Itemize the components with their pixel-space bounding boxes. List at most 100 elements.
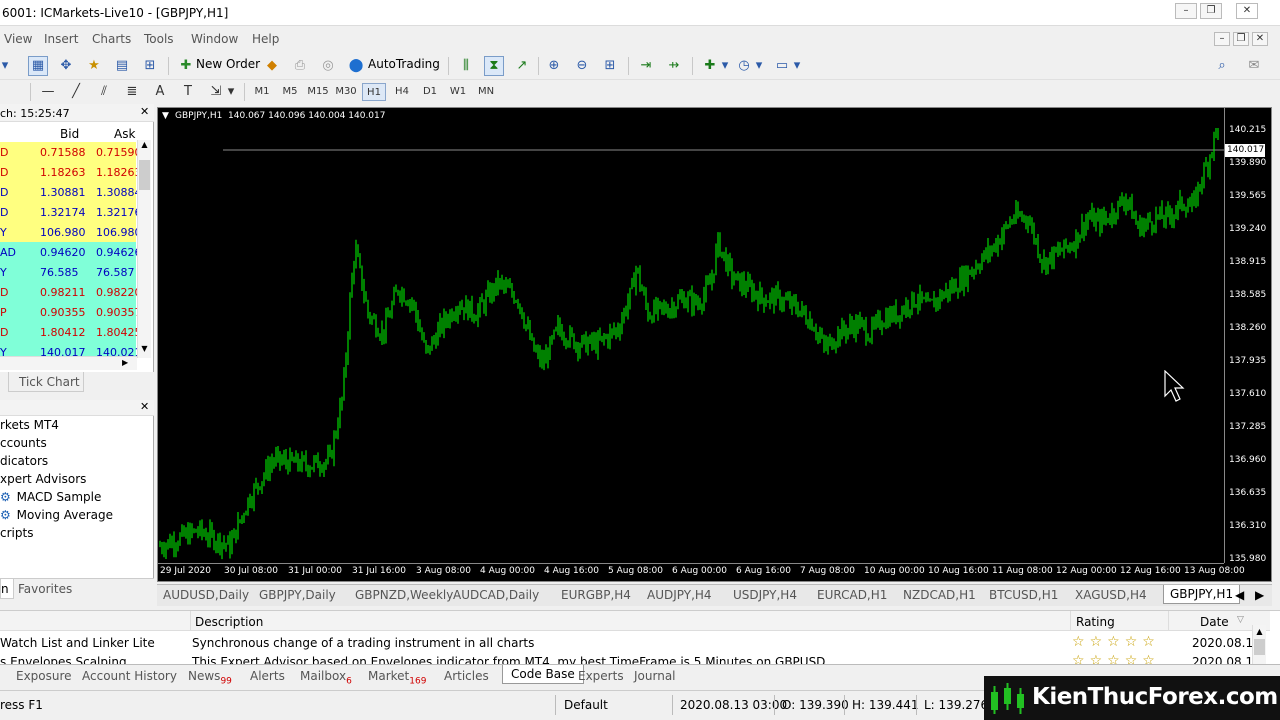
nav-item-indicators[interactable]: dicators [0, 454, 48, 468]
zoom-in-icon[interactable]: ⊕ [544, 56, 564, 76]
nav-item-root[interactable]: rkets MT4 [0, 418, 59, 432]
chart-tab[interactable]: BTCUSD,H1 [989, 588, 1058, 602]
market-watch-row[interactable]: D 0.98211 0.98220 [0, 282, 142, 302]
periods-icon[interactable]: ◷ [734, 56, 754, 76]
chart-window[interactable]: ▼ GBPJPY,H1 140.067 140.096 140.004 140.… [157, 107, 1272, 582]
column-rating[interactable]: Rating [1076, 615, 1115, 629]
autotrading-button[interactable]: ⬤ AutoTrading [346, 56, 440, 76]
metaeditor-icon[interactable]: ◆ [262, 56, 282, 76]
scroll-down-icon[interactable]: ▼ [139, 344, 150, 356]
crosshair-icon[interactable]: ✥ [56, 56, 76, 76]
bar-chart-icon[interactable]: ⫼ [456, 56, 476, 76]
terminal-tab[interactable]: Exposure [16, 669, 72, 683]
scroll-right-icon[interactable]: ▶ [1255, 588, 1264, 602]
chart-tab[interactable]: GBPNZD,Weekly [355, 588, 453, 602]
column-bid[interactable]: Bid [60, 127, 79, 141]
market-watch-row[interactable]: D 1.32174 1.32176 [0, 202, 142, 222]
timeframe-h4[interactable]: H4 [390, 83, 414, 101]
menu-window[interactable]: Window [191, 32, 238, 46]
new-order-button[interactable]: ✚ New Order [174, 56, 261, 76]
timeframe-w1[interactable]: W1 [446, 83, 470, 101]
nav-item-expert-advisors[interactable]: xpert Advisors [0, 472, 86, 486]
timeframe-mn[interactable]: MN [474, 83, 498, 101]
fibonacci-icon[interactable]: ≣ [122, 82, 142, 102]
chevron-down-icon[interactable]: ▾ [792, 56, 802, 76]
mdi-minimize-button[interactable]: – [1214, 32, 1230, 46]
chart-tab[interactable]: AUDCAD,Daily [453, 588, 539, 602]
candlestick-icon[interactable]: ⧗ [484, 56, 504, 76]
terminal-tab[interactable]: Experts [578, 669, 624, 683]
terminal-tab[interactable]: News99 [188, 669, 232, 686]
trendline-icon[interactable]: ╱ [66, 82, 86, 102]
chart-shift-icon[interactable]: ⇥ [636, 56, 656, 76]
new-chart-icon[interactable]: ▦ [28, 56, 48, 76]
nav-item-macd-sample[interactable]: ⚙ MACD Sample [0, 490, 101, 504]
timeframe-d1[interactable]: D1 [418, 83, 442, 101]
chart-tab[interactable]: EURGBP,H4 [561, 588, 631, 602]
tile-windows-icon[interactable]: ⊞ [600, 56, 620, 76]
market-watch-icon[interactable]: ▤ [112, 56, 132, 76]
terminal-tab[interactable]: Code Base [502, 665, 584, 684]
column-ask[interactable]: Ask [114, 127, 135, 141]
restore-button[interactable]: ❐ [1200, 3, 1222, 19]
minimize-button[interactable]: – [1175, 3, 1197, 19]
chat-icon[interactable]: ✉ [1244, 56, 1264, 76]
market-watch-row[interactable]: D 1.80412 1.80425 [0, 322, 142, 342]
timeframe-m30[interactable]: M30 [334, 83, 358, 101]
chevron-down-icon[interactable]: ▾ [0, 56, 10, 76]
market-watch-row[interactable]: D 1.30881 1.30884 [0, 182, 142, 202]
chevron-down-icon[interactable]: ▾ [754, 56, 764, 76]
chart-tab[interactable]: NZDCAD,H1 [903, 588, 976, 602]
search-icon[interactable]: ⌕ [1212, 56, 1232, 76]
column-description[interactable]: Description [195, 615, 263, 629]
tab-common[interactable]: n [0, 579, 14, 599]
tab-favorites[interactable]: Favorites [18, 582, 72, 596]
terminal-tab[interactable]: Alerts [250, 669, 285, 683]
timeframe-m5[interactable]: M5 [278, 83, 302, 101]
mdi-restore-button[interactable]: ❐ [1233, 32, 1249, 46]
nav-item-accounts[interactable]: ccounts [0, 436, 47, 450]
code-base-row[interactable]: Watch List and Linker Lite Synchronous ch… [0, 634, 1266, 654]
close-icon[interactable]: ✕ [140, 105, 149, 118]
mdi-close-button[interactable]: ✕ [1252, 32, 1268, 46]
chart-tab[interactable]: XAGUSD,H4 [1075, 588, 1147, 602]
scroll-left-icon[interactable]: ◀ [1235, 588, 1244, 602]
timeframe-m15[interactable]: M15 [306, 83, 330, 101]
arrows-icon[interactable]: ⇲ [206, 82, 226, 102]
terminal-tab[interactable]: Articles [444, 669, 489, 683]
market-watch-scrollbar[interactable]: ▲ ▼ [137, 140, 151, 358]
chevron-down-icon[interactable]: ▾ [720, 56, 730, 76]
signals-icon[interactable]: ◎ [318, 56, 338, 76]
terminal-scrollbar[interactable]: ▲ [1252, 625, 1266, 665]
data-window-icon[interactable]: ⊞ [140, 56, 160, 76]
close-button[interactable]: ✕ [1236, 3, 1258, 19]
terminal-tab[interactable]: Journal [634, 669, 676, 683]
terminal-tab[interactable]: Mailbox6 [300, 669, 352, 686]
price-chart[interactable] [158, 108, 1271, 581]
market-watch-row[interactable]: Y 106.980 106.980 [0, 222, 142, 242]
menu-insert[interactable]: Insert [44, 32, 78, 46]
menu-help[interactable]: Help [252, 32, 279, 46]
print-icon[interactable]: ⎙ [290, 56, 310, 76]
column-date[interactable]: Date [1200, 615, 1229, 629]
timeframe-m1[interactable]: M1 [250, 83, 274, 101]
market-watch-hscrollbar[interactable]: ▶ [0, 356, 137, 370]
chart-tab[interactable]: USDJPY,H4 [733, 588, 797, 602]
chart-tab[interactable]: GBPJPY,Daily [259, 588, 336, 602]
profiles-icon[interactable]: ★ [84, 56, 104, 76]
chart-tab[interactable]: EURCAD,H1 [817, 588, 887, 602]
channel-icon[interactable]: ⫽ [94, 82, 114, 102]
scroll-right-icon[interactable]: ▶ [122, 358, 128, 367]
text-label-icon[interactable]: T [178, 82, 198, 102]
chart-tab[interactable]: GBPJPY,H1 [1163, 585, 1241, 604]
market-watch-row[interactable]: P 0.90355 0.90357 [0, 302, 142, 322]
scroll-up-icon[interactable]: ▲ [139, 140, 150, 152]
tab-tick-chart[interactable]: Tick Chart [8, 372, 84, 392]
horizontal-line-icon[interactable]: — [38, 82, 58, 102]
scroll-thumb[interactable] [139, 160, 150, 190]
text-icon[interactable]: A [150, 82, 170, 102]
indicators-icon[interactable]: ✚ [700, 56, 720, 76]
nav-item-scripts[interactable]: cripts [0, 526, 33, 540]
menu-charts[interactable]: Charts [92, 32, 131, 46]
market-watch-row[interactable]: Y 76.585 76.587 [0, 262, 136, 282]
